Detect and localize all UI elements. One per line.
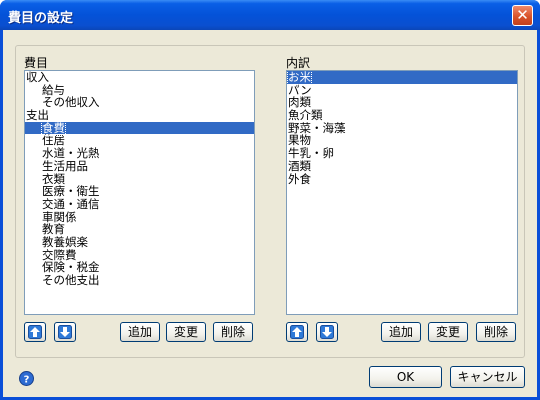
dialog-window: 費目の設定 ✕ 費目 収入 給与 その他収入 支出 食費 住居 水道・光熱 生活用品 衣類 医療・… <box>0 0 540 400</box>
breakdown-edit-button[interactable]: 変更 <box>428 322 468 342</box>
category-add-button[interactable]: 追加 <box>120 322 160 342</box>
help-icon[interactable]: ? <box>19 371 34 386</box>
svg-text:?: ? <box>24 375 30 386</box>
list-item-label: その他支出 <box>42 273 100 287</box>
arrow-down-icon <box>58 325 72 339</box>
close-button[interactable]: ✕ <box>512 5 533 26</box>
list-item[interactable]: パン <box>287 83 517 97</box>
category-edit-button[interactable]: 変更 <box>166 322 206 342</box>
arrow-up-icon <box>28 325 42 339</box>
breakdown-delete-button[interactable]: 削除 <box>476 322 516 342</box>
breakdown-label: 内訳 <box>286 56 311 70</box>
list-item[interactable]: 外食 <box>287 171 517 186</box>
category-move-down-button[interactable] <box>54 322 76 342</box>
breakdown-listbox[interactable]: お米 パン 肉類 魚介類 野菜・海藻 果物 牛乳・卵 酒類 外食 <box>286 70 518 315</box>
breakdown-move-down-button[interactable] <box>316 322 338 342</box>
arrow-up-icon <box>290 325 304 339</box>
close-icon: ✕ <box>516 6 529 24</box>
list-item[interactable]: その他収入 <box>25 96 254 109</box>
list-item[interactable]: 牛乳・卵 <box>287 147 517 160</box>
breakdown-add-button[interactable]: 追加 <box>381 322 421 342</box>
list-item-label: 外食 <box>288 171 311 186</box>
category-listbox[interactable]: 収入 給与 その他収入 支出 食費 住居 水道・光熱 生活用品 衣類 医療・衛生 交通・通信 車関係教… <box>24 70 255 315</box>
window-title: 費目の設定 <box>8 11 74 26</box>
category-move-up-button[interactable] <box>24 322 46 342</box>
cancel-button[interactable]: キャンセル <box>450 366 525 388</box>
list-item[interactable]: 酒類 <box>287 159 517 173</box>
list-item-label: その他収入 <box>42 95 100 110</box>
list-item[interactable]: お米 <box>287 71 517 85</box>
list-item-label: 支出 <box>26 108 49 123</box>
arrow-down-icon <box>320 325 334 339</box>
list-item[interactable]: 支出 <box>25 109 254 122</box>
dialog-client-area: 費目 収入 給与 その他収入 支出 食費 住居 水道・光熱 生活用品 衣類 医療・衛生 交通・通信車… <box>3 30 537 397</box>
category-delete-button[interactable]: 削除 <box>213 322 253 342</box>
breakdown-move-up-button[interactable] <box>286 322 308 342</box>
title-bar[interactable]: 費目の設定 ✕ <box>0 0 540 30</box>
list-item[interactable]: その他支出 <box>25 274 254 287</box>
ok-button[interactable]: OK <box>369 366 442 388</box>
list-item[interactable]: 野菜・海藻 <box>287 121 517 135</box>
category-label: 費目 <box>24 56 49 70</box>
